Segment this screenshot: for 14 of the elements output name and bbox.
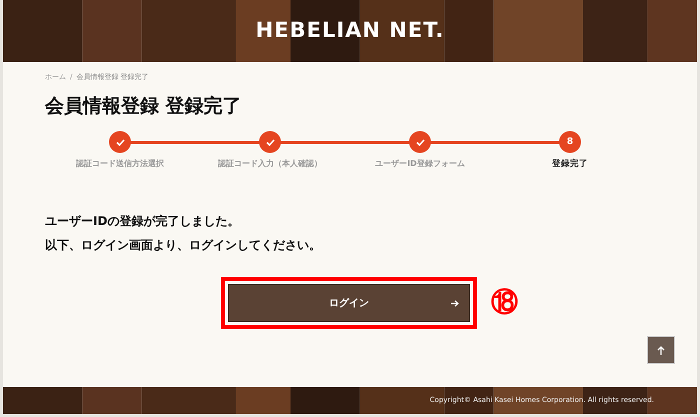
step-label: ユーザーID登録フォーム — [375, 158, 465, 170]
site-title: HEBELIAN NET. — [256, 17, 444, 44]
annotation-number: ⑱ — [491, 286, 518, 320]
message-text: 以下、ログイン画面より、ログインしてください。 — [45, 237, 322, 254]
message-text: ユーザーIDの登録が完了しました。 — [45, 213, 240, 230]
step-label: 認証コード入力（本人確認） — [218, 158, 322, 170]
login-button[interactable]: ログイン — [228, 284, 470, 322]
back-to-top-button[interactable] — [647, 336, 675, 364]
up-arrow-icon — [657, 346, 665, 354]
step-number: 8 — [559, 131, 581, 154]
step-label: 認証コード送信方法選択 — [76, 158, 164, 170]
step-label: 登録完了 — [552, 158, 588, 172]
right-arrow-icon — [451, 300, 459, 308]
page-title: 会員情報登録 登録完了 — [45, 94, 243, 118]
